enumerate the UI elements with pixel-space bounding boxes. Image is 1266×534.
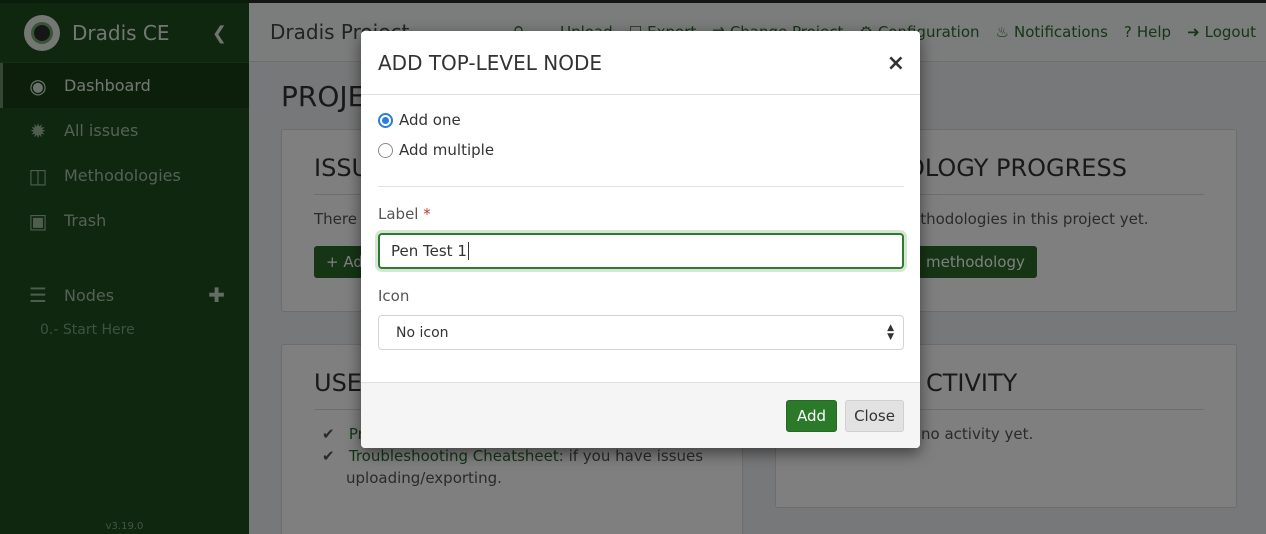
add-node-modal: ADD TOP-LEVEL NODE × Add one Add multipl…: [361, 31, 920, 448]
close-button[interactable]: Close: [845, 400, 904, 432]
text-cursor: [467, 242, 469, 260]
radio-add-one-label: Add one: [399, 111, 461, 129]
label-input-value: Pen Test 1: [391, 242, 467, 260]
radio-add-one[interactable]: Add one: [378, 111, 461, 129]
icon-field-label: Icon: [378, 287, 410, 305]
radio-button-checked[interactable]: [378, 112, 393, 128]
radio-add-multiple-label: Add multiple: [399, 141, 495, 159]
icon-select-value: No icon: [396, 324, 449, 341]
label-text: Label: [378, 205, 419, 223]
modal-header: ADD TOP-LEVEL NODE ×: [361, 31, 920, 95]
label-field-label: Label *: [378, 205, 431, 223]
radio-button[interactable]: [378, 142, 393, 158]
required-marker: *: [423, 205, 431, 223]
divider: [378, 186, 904, 187]
select-arrows-icon: ▲ ▼: [887, 323, 894, 342]
modal-footer: Add Close: [361, 382, 920, 448]
icon-select[interactable]: No icon ▲ ▼: [378, 315, 904, 350]
label-input[interactable]: Pen Test 1: [378, 233, 904, 269]
radio-add-multiple[interactable]: Add multiple: [378, 141, 494, 159]
add-button[interactable]: Add: [786, 400, 837, 432]
close-icon[interactable]: ×: [887, 51, 905, 76]
modal-title: ADD TOP-LEVEL NODE: [378, 50, 602, 75]
